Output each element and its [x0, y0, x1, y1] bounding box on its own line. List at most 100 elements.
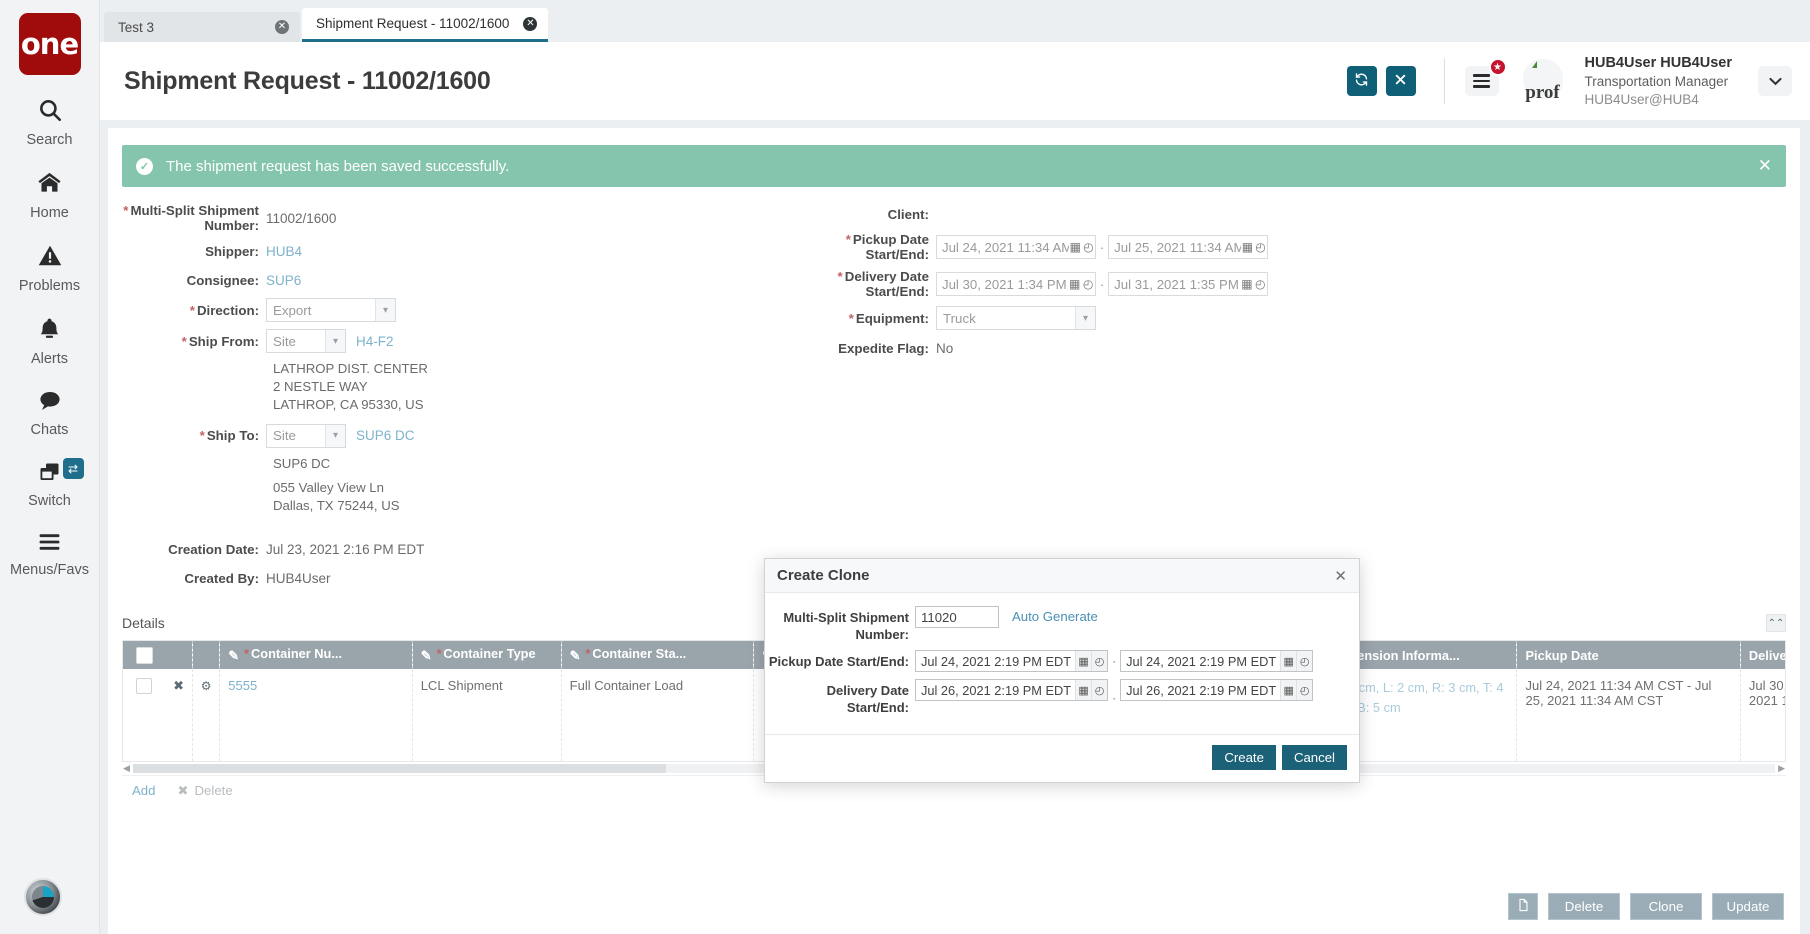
shipment-number-value: 11020 [921, 609, 957, 625]
clock-icon[interactable]: ◴ [1296, 651, 1313, 672]
leaf-icon [1531, 61, 1537, 68]
switch-badge-icon[interactable]: ⇄ [62, 458, 84, 479]
create-button[interactable]: Create [1212, 744, 1276, 770]
auto-generate-link[interactable]: Auto Generate [1012, 606, 1098, 624]
calendar-icon[interactable]: ▦ [1240, 273, 1254, 295]
dialog-pickup-end-input[interactable]: Jul 24, 2021 2:19 PM EDT ▦ ◴ [1120, 650, 1314, 673]
sidebar-item-alerts[interactable]: Alerts [0, 316, 100, 367]
close-page-button[interactable] [1385, 66, 1416, 96]
chevron-down-icon: ▾ [325, 330, 345, 352]
close-icon [1394, 73, 1407, 90]
sidebar-item-chats[interactable]: Chats [0, 389, 100, 438]
required-marker: * [123, 203, 129, 218]
label-text: Multi-Split Shipment Number: [130, 203, 259, 233]
direction-select[interactable]: Export ▾ [266, 298, 396, 322]
update-button[interactable]: Update [1712, 893, 1784, 920]
row-checkbox[interactable] [136, 678, 153, 695]
sidebar-item-problems[interactable]: Problems [0, 243, 100, 294]
shipper-link[interactable]: HUB4 [266, 244, 302, 259]
clone-button[interactable]: Clone [1630, 893, 1702, 920]
label-text: Direction: [196, 302, 259, 318]
field-label: Created By: [184, 570, 259, 586]
x-icon[interactable]: ✖ [173, 678, 184, 693]
sidebar-item-home[interactable]: Home [0, 170, 100, 221]
banner-message: The shipment request has been saved succ… [166, 157, 510, 175]
field-label: Consignee: [186, 272, 259, 288]
ship-from-type-select[interactable]: Site ▾ [266, 329, 346, 353]
remove-col-header [165, 641, 194, 670]
copy-button[interactable] [1508, 893, 1538, 920]
calendar-icon[interactable]: ▦ [1068, 273, 1082, 295]
tab-close-icon[interactable]: ✕ [275, 20, 289, 34]
ship-to-type-select[interactable]: Site ▾ [266, 423, 346, 448]
column-header-container-status[interactable]: ✎ * Container Sta... [561, 641, 755, 670]
clock-icon[interactable]: ◴ [1081, 273, 1095, 295]
chevron-up-icon[interactable]: ⌃⌃ [1766, 614, 1786, 633]
delete-button[interactable]: Delete [1548, 893, 1620, 920]
refresh-button[interactable] [1346, 66, 1377, 96]
clock-icon[interactable]: ◴ [1296, 680, 1313, 701]
dialog-close-icon[interactable]: ✕ [1334, 567, 1347, 585]
address-line: SUP6 DC [273, 455, 331, 471]
delete-row-button[interactable]: ✖ Delete [177, 783, 232, 799]
tab-close-icon[interactable]: ✕ [523, 16, 538, 31]
scroll-left-icon[interactable]: ◀ [123, 763, 130, 774]
calendar-icon[interactable]: ▦ [1075, 651, 1092, 672]
calendar-icon[interactable]: ▦ [1280, 680, 1297, 701]
clock-icon[interactable]: ◴ [1091, 680, 1108, 701]
calendar-icon[interactable]: ▦ [1075, 680, 1092, 701]
ship-from-site-link[interactable]: H4-F2 [356, 334, 394, 349]
org-logo: prof [1515, 57, 1571, 105]
sidebar-item-switch[interactable]: ⇄ Switch [0, 458, 100, 509]
tab-shipment-request[interactable]: Shipment Request - 11002/1600 ✕ [302, 8, 549, 42]
avatar[interactable] [24, 878, 62, 916]
delivery-start-input[interactable]: Jul 30, 2021 1:34 PM EDT ▦ ◴ [936, 272, 1096, 296]
column-header-pickup-date[interactable]: Pickup Date [1516, 641, 1741, 670]
column-header-delivery-date[interactable]: Delivery Date [1740, 641, 1785, 670]
tab-bar: Test 3 ✕ Shipment Request - 11002/1600 ✕ [100, 0, 1810, 42]
field-label: * Ship To: [118, 428, 266, 443]
add-row-button[interactable]: Add [132, 783, 155, 798]
dialog-delivery-end-input[interactable]: Jul 26, 2021 2:19 PM EDT ▦ ◴ [1120, 679, 1314, 702]
field-multi-split-shipment-number: * Multi-Split Shipment Number: 11002/1600 [118, 203, 708, 233]
scrollbar-thumb[interactable] [133, 764, 666, 774]
ship-from-address: LATHROP DIST. CENTER 2 NESTLE WAY LATHRO… [118, 360, 708, 415]
select-all-checkbox[interactable] [135, 646, 153, 664]
sidebar-item-search[interactable]: Search [0, 97, 100, 148]
calendar-icon[interactable]: ▦ [1240, 236, 1254, 258]
container-number-link[interactable]: 5555 [228, 678, 257, 693]
gear-icon[interactable]: ⚙ [201, 679, 212, 693]
consignee-link[interactable]: SUP6 [266, 273, 301, 288]
equipment-select[interactable]: Truck ▾ [936, 306, 1096, 330]
clock-icon[interactable]: ◴ [1091, 651, 1108, 672]
field-label: Creation Date: [168, 541, 259, 557]
tab-test-3[interactable]: Test 3 ✕ [104, 12, 300, 42]
cancel-button[interactable]: Cancel [1281, 744, 1347, 770]
clock-icon[interactable]: ◴ [1253, 236, 1267, 258]
user-menu-button[interactable] [1758, 66, 1792, 96]
calendar-icon[interactable]: ▦ [1068, 236, 1082, 258]
clock-icon[interactable]: ◴ [1081, 236, 1095, 258]
banner-close-icon[interactable]: ✕ [1758, 156, 1772, 176]
dialog-delivery-start-input[interactable]: Jul 26, 2021 2:19 PM EDT ▦ ◴ [915, 679, 1109, 702]
app-logo[interactable]: one [18, 13, 81, 75]
delivery-end-input[interactable]: Jul 31, 2021 1:35 PM EDT ▦ ◴ [1108, 272, 1268, 296]
dialog-pickup-start-input[interactable]: Jul 24, 2021 2:19 PM EDT ▦ ◴ [915, 650, 1109, 673]
clock-icon[interactable]: ◴ [1253, 273, 1267, 295]
scroll-right-icon[interactable]: ▶ [1778, 763, 1785, 774]
user-info: HUB4User HUB4User Transportation Manager… [1585, 54, 1732, 109]
notifications-menu-button[interactable]: ★ [1464, 58, 1507, 96]
column-header-container-number[interactable]: ✎ * Container Nu... [219, 641, 413, 670]
range-separator: · [1112, 690, 1117, 705]
pickup-start-input[interactable]: Jul 24, 2021 11:34 AM CST ▦ ◴ [936, 235, 1096, 259]
address-line: 2 NESTLE WAY [273, 379, 368, 395]
column-header-container-type[interactable]: ✎ * Container Type [412, 641, 562, 670]
user-email: HUB4User@HUB4 [1584, 91, 1699, 107]
delivery-start-value: Jul 30, 2021 1:34 PM EDT [942, 276, 1068, 292]
sidebar-item-menus-favs[interactable]: Menus/Favs [0, 531, 100, 578]
dialog-field-pickup-date: Pickup Date Start/End: Jul 24, 2021 2:19… [765, 650, 1343, 673]
pickup-end-input[interactable]: Jul 25, 2021 11:34 AM CST ▦ ◴ [1108, 235, 1268, 259]
ship-to-site-link[interactable]: SUP6 DC [356, 428, 415, 443]
calendar-icon[interactable]: ▦ [1280, 651, 1297, 672]
shipment-number-input[interactable]: 11020 [915, 606, 999, 628]
